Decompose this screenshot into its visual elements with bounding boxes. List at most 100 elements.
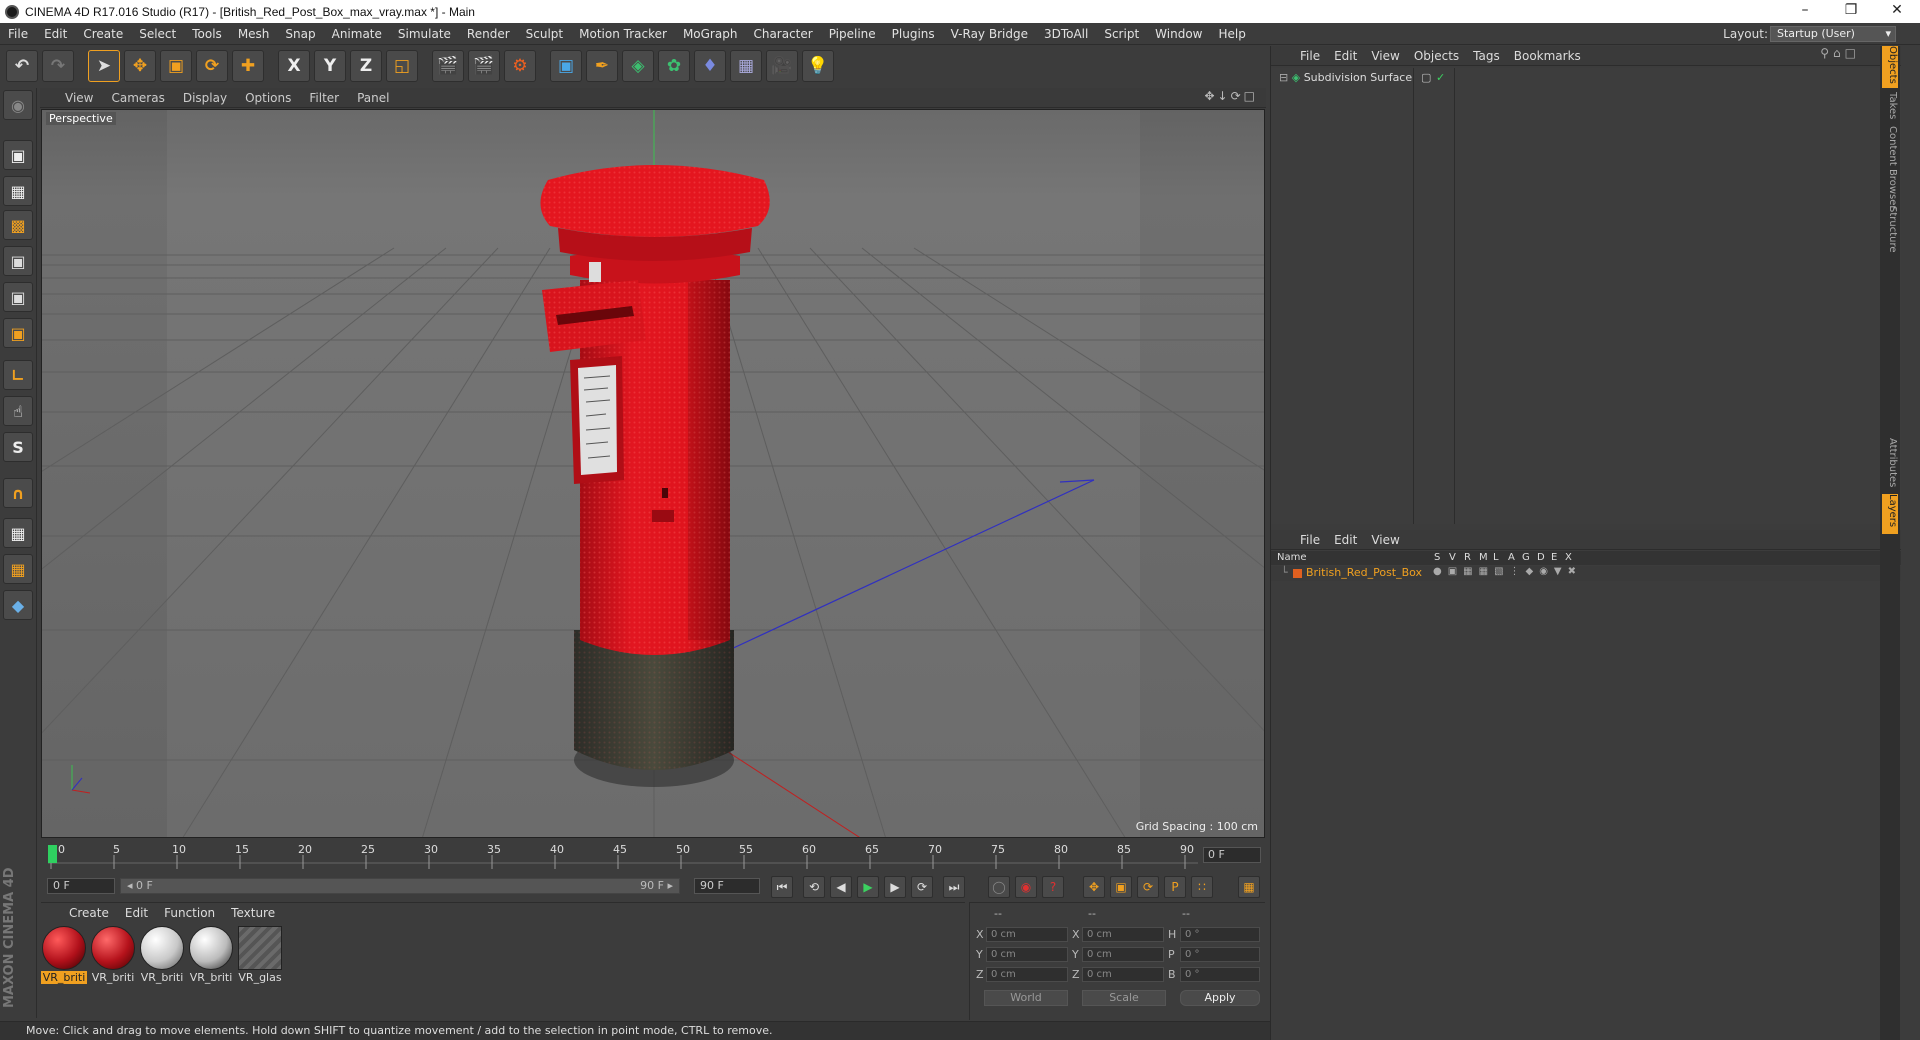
size-z-field[interactable]: 0 cm (1082, 967, 1164, 982)
material-menu-edit[interactable]: Edit (117, 906, 156, 920)
autokey-button[interactable]: ◉ (1015, 876, 1037, 898)
edges-mode-icon[interactable]: ▣ (3, 282, 33, 312)
goto-end-button[interactable]: ⏭ (943, 876, 965, 898)
x-axis-button[interactable]: X (278, 50, 310, 82)
menu-snap[interactable]: Snap (277, 23, 323, 45)
lock-workplane-icon[interactable]: ▦ (3, 518, 33, 548)
object-manager-search-icon[interactable]: ⚲⌂□ (1813, 46, 1867, 60)
viewport-menu-cameras[interactable]: Cameras (102, 91, 173, 105)
size-y-field[interactable]: 0 cm (1082, 947, 1164, 962)
key-scale-button[interactable]: ▣ (1110, 876, 1132, 898)
current-frame-field[interactable]: 0 F (47, 878, 115, 894)
objects-menu-view[interactable]: View (1364, 49, 1406, 63)
objects-menu-bookmarks[interactable]: Bookmarks (1507, 49, 1588, 63)
perspective-viewport[interactable]: Perspective Grid Spacing : 100 cm (41, 109, 1265, 838)
mograph-cloner-button[interactable]: ✿ (658, 50, 690, 82)
render-view-button[interactable]: 🎬 (432, 50, 464, 82)
menu-character[interactable]: Character (745, 23, 820, 45)
timeline-window-button[interactable]: ▦ (1238, 876, 1260, 898)
key-pla-button[interactable]: ∷ (1191, 876, 1213, 898)
key-position-button[interactable]: ✥ (1083, 876, 1105, 898)
menu-plugins[interactable]: Plugins (884, 23, 943, 45)
frame-range-slider[interactable]: ◂ 0 F 90 F ▸ (120, 878, 680, 894)
layer-name[interactable]: British_Red_Post_Box (1306, 566, 1422, 579)
record-keys-button[interactable]: ◯ (988, 876, 1010, 898)
points-mode-icon[interactable]: ▣ (3, 246, 33, 276)
menu-motion-tracker[interactable]: Motion Tracker (571, 23, 675, 45)
viewport-menu-display[interactable]: Display (174, 91, 236, 105)
menu-select[interactable]: Select (131, 23, 184, 45)
layout-select[interactable]: Startup (User) (1770, 26, 1896, 42)
tab-content-browser[interactable]: Content Browser (1882, 126, 1898, 209)
viewport-menu-options[interactable]: Options (236, 91, 300, 105)
layer-row[interactable]: └ British_Red_Post_Box ●▣▦▦▧⋮◆◉▼✖ (1271, 566, 1901, 581)
rotation-p-field[interactable]: 0 ° (1180, 947, 1260, 962)
spline-pen-button[interactable]: ✒ (586, 50, 618, 82)
viewport-navigation-icons[interactable]: ✥↓⟳□ (1204, 89, 1258, 103)
planar-workplane-icon[interactable]: ▦ (3, 554, 33, 584)
object-row-subdivision-surface[interactable]: ⊟ ◈ Subdivision Surface (1279, 71, 1412, 84)
scale-tool-button[interactable]: ▣ (160, 50, 192, 82)
menu-window[interactable]: Window (1147, 23, 1210, 45)
y-axis-button[interactable]: Y (314, 50, 346, 82)
polygons-mode-icon[interactable]: ▣ (3, 318, 33, 348)
live-selection-button[interactable]: ✚ (232, 50, 264, 82)
next-key-button[interactable]: ⟳ (911, 876, 933, 898)
key-rotation-button[interactable]: ⟳ (1137, 876, 1159, 898)
layer-color-swatch[interactable] (1293, 569, 1302, 578)
max-frame-field[interactable]: 90 F (694, 878, 760, 894)
cube-object-button[interactable]: ▣ (550, 50, 582, 82)
position-y-field[interactable]: 0 cm (986, 947, 1068, 962)
objects-menu-edit[interactable]: Edit (1327, 49, 1364, 63)
menu-sculpt[interactable]: Sculpt (518, 23, 571, 45)
viewport-menu-panel[interactable]: Panel (348, 91, 398, 105)
python-icon[interactable]: ◆ (3, 590, 33, 620)
make-editable-icon[interactable]: ◉ (3, 90, 33, 120)
coordinate-system-button[interactable]: ◱ (386, 50, 418, 82)
menu-3dtoall[interactable]: 3DToAll (1036, 23, 1096, 45)
size-mode-select[interactable]: Scale (1082, 990, 1166, 1006)
camera-button[interactable]: 🎥 (766, 50, 798, 82)
deformer-button[interactable]: ♦ (694, 50, 726, 82)
floor-scene-button[interactable]: ▦ (730, 50, 762, 82)
layers-menu-view[interactable]: View (1364, 533, 1406, 547)
menu-animate[interactable]: Animate (324, 23, 390, 45)
goto-start-button[interactable]: ⏮ (771, 876, 793, 898)
model-mode-icon[interactable]: ▣ (3, 140, 33, 170)
keyframe-selection-button[interactable]: ? (1042, 876, 1064, 898)
material-menu-function[interactable]: Function (156, 906, 223, 920)
expand-icon[interactable]: ⊟ (1279, 71, 1288, 84)
tab-objects[interactable]: Objects (1882, 46, 1898, 88)
redo-button[interactable]: ↷ (42, 50, 74, 82)
tweak-mode-icon[interactable]: ☝ (3, 396, 33, 426)
timeline-ruler[interactable]: 0 5 10 15 20 25 30 35 40 45 50 55 60 65 … (41, 841, 1265, 871)
coordinate-system-select[interactable]: World (984, 990, 1068, 1006)
light-button[interactable]: 💡 (802, 50, 834, 82)
z-axis-button[interactable]: Z (350, 50, 382, 82)
timeline-ticks[interactable]: 0 5 10 15 20 25 30 35 40 45 50 55 60 65 … (48, 843, 1198, 869)
visibility-icon[interactable]: ▢ (1421, 71, 1431, 84)
menu-mesh[interactable]: Mesh (230, 23, 278, 45)
axis-mode-icon[interactable]: ∟ (3, 360, 33, 390)
menu-edit[interactable]: Edit (36, 23, 75, 45)
undo-button[interactable]: ↶ (6, 50, 38, 82)
viewport-menu-filter[interactable]: Filter (300, 91, 348, 105)
position-x-field[interactable]: 0 cm (986, 927, 1068, 942)
material-item[interactable]: VR_briti (188, 926, 234, 984)
move-tool-button[interactable]: ✥ (124, 50, 156, 82)
texture-mode-icon[interactable]: ▦ (3, 176, 33, 206)
next-frame-button[interactable]: ▶ (884, 876, 906, 898)
render-picture-viewer-button[interactable]: 🎬 (468, 50, 500, 82)
material-item[interactable]: VR_glas (237, 926, 283, 984)
layer-toggle-icons[interactable]: ●▣▦▦▧⋮◆◉▼✖ (1433, 566, 1582, 577)
select-tool-button[interactable]: ➤ (88, 50, 120, 82)
layers-menu-file[interactable]: File (1293, 533, 1327, 547)
rotation-h-field[interactable]: 0 ° (1180, 927, 1260, 942)
material-item[interactable]: VR_briti (90, 926, 136, 984)
size-x-field[interactable]: 0 cm (1082, 927, 1164, 942)
material-menu-create[interactable]: Create (61, 906, 117, 920)
menu-mograph[interactable]: MoGraph (675, 23, 746, 45)
render-settings-button[interactable]: ⚙ (504, 50, 536, 82)
minimize-button[interactable]: – (1782, 0, 1828, 23)
enabled-check-icon[interactable]: ✓ (1436, 71, 1445, 84)
